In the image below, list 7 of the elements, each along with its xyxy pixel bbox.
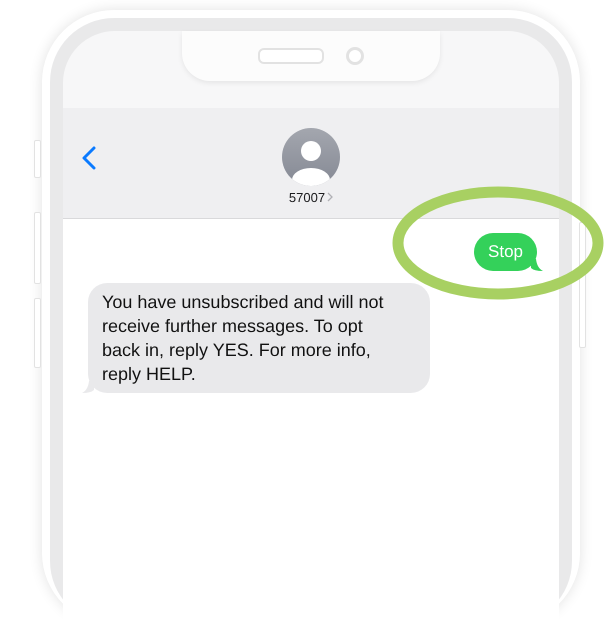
speaker bbox=[258, 48, 324, 64]
back-icon[interactable] bbox=[82, 146, 96, 170]
avatar-icon bbox=[282, 128, 340, 186]
chevron-icon bbox=[327, 192, 334, 202]
camera bbox=[346, 47, 364, 65]
bubble-tail bbox=[531, 259, 543, 271]
contact-number[interactable]: 57007 bbox=[288, 190, 326, 204]
